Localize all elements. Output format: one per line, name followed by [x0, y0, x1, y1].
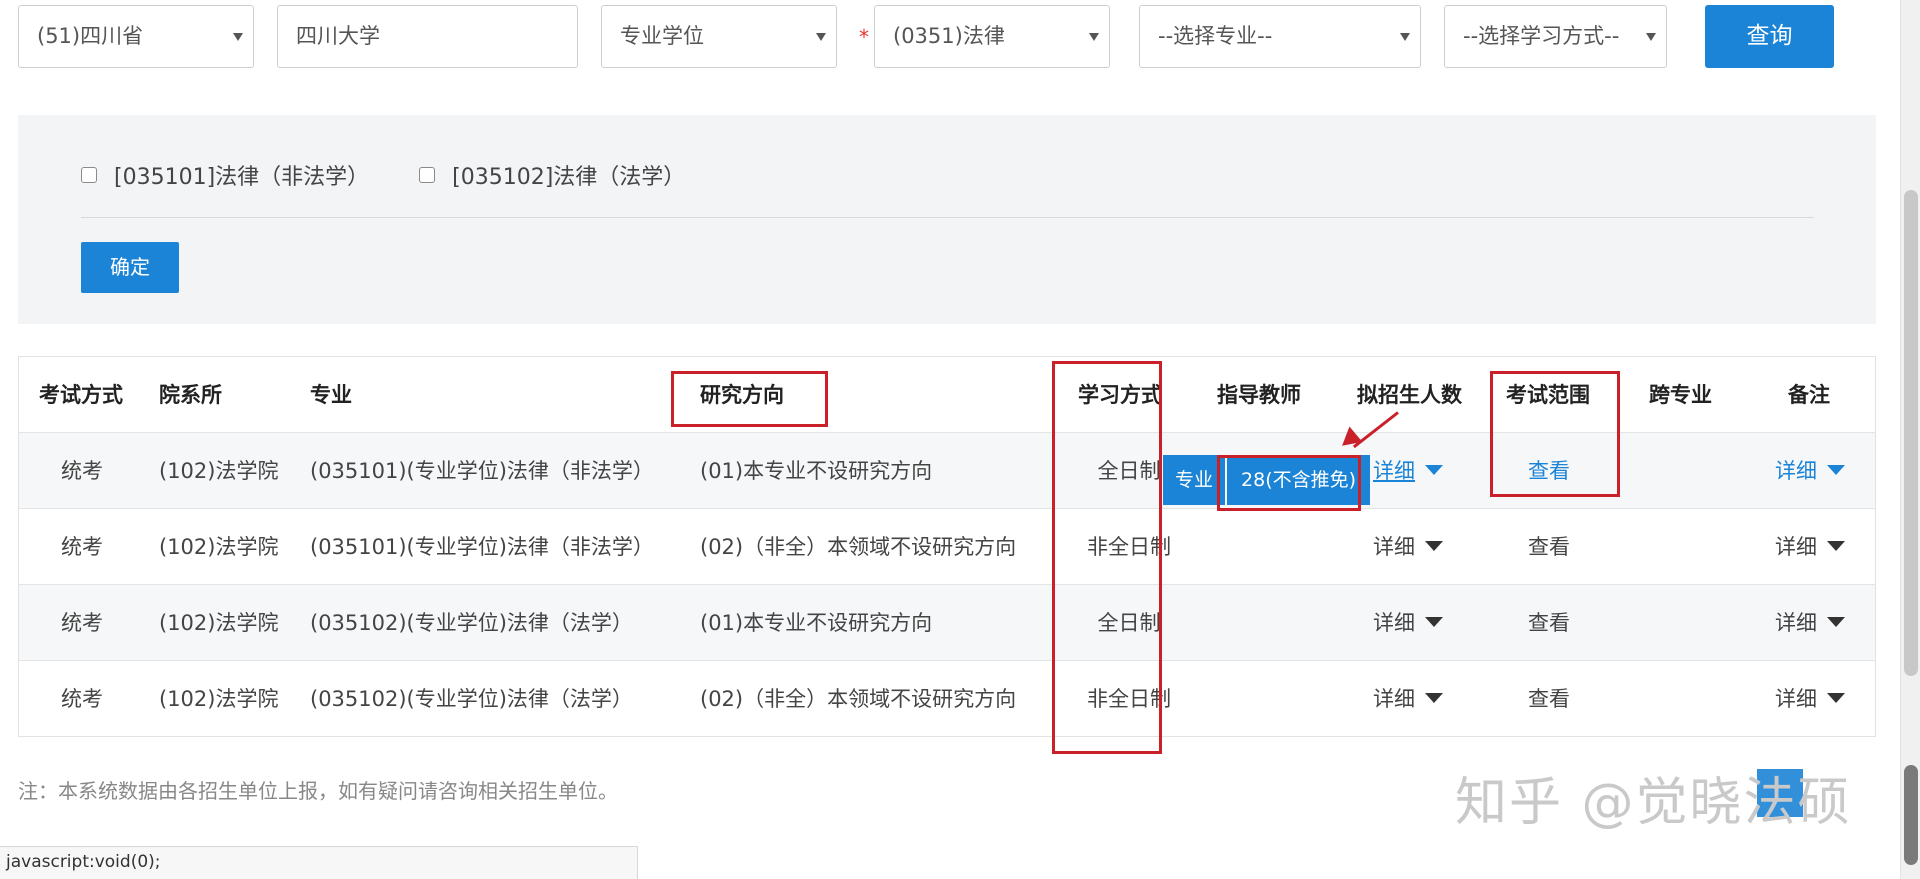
annotation-box-study-mode — [1052, 361, 1162, 754]
remarks-detail-label: 详细 — [1775, 459, 1817, 483]
header-cross-major: 跨专业 — [1649, 383, 1712, 407]
caret-down-icon — [1827, 617, 1845, 627]
caret-down-icon — [1827, 693, 1845, 703]
major-option-label: [035101]法律（非法学） — [114, 165, 370, 190]
enrollment-detail-link[interactable]: 详细 — [1373, 585, 1443, 661]
remarks-detail-label: 详细 — [1775, 687, 1817, 711]
header-advisor: 指导教师 — [1217, 383, 1301, 407]
chevron-down-icon — [1400, 33, 1410, 41]
browser-status-bar: javascript:void(0); — [0, 846, 638, 879]
cell-exam-type: 统考 — [61, 687, 103, 711]
cell-research-direction: (02)（非全）本领域不设研究方向 — [700, 687, 1017, 711]
enrollment-detail-label: 详细 — [1373, 611, 1415, 635]
major-option-label: [035102]法律（法学） — [452, 165, 686, 190]
chevron-down-icon — [1089, 33, 1099, 41]
caret-down-icon — [1425, 617, 1443, 627]
required-mark: * — [859, 25, 869, 49]
caret-down-icon — [1827, 541, 1845, 551]
enrollment-detail-label: 详细 — [1373, 459, 1415, 483]
header-department: 院系所 — [159, 383, 222, 407]
scrollbar-thumb-secondary[interactable] — [1904, 765, 1918, 865]
header-major: 专业 — [310, 383, 352, 407]
annotation-box-exam-scope — [1490, 371, 1620, 497]
degree-type-value: 专业学位 — [620, 24, 704, 48]
chevron-down-icon — [233, 33, 243, 41]
table-row: 统考 (102)法学院 (035102)(专业学位)法律（法学） (01)本专业… — [19, 585, 1875, 661]
watermark-text: 知乎 @觉晓法硕 — [1455, 773, 1852, 833]
degree-type-select[interactable]: 专业学位 — [601, 5, 837, 68]
checkbox[interactable] — [419, 167, 436, 183]
province-select[interactable]: (51)四川省 — [18, 5, 254, 68]
major-option-035102[interactable]: [035102]法律（法学） — [419, 159, 685, 191]
school-input[interactable]: 四川大学 — [277, 5, 578, 68]
study-mode-placeholder: --选择学习方式-- — [1463, 24, 1620, 48]
enrollment-detail-link[interactable]: 详细 — [1373, 661, 1443, 737]
tooltip-pointer — [1361, 468, 1369, 484]
cell-department: (102)法学院 — [159, 687, 279, 711]
study-mode-select[interactable]: --选择学习方式-- — [1444, 5, 1667, 68]
caret-down-icon — [1425, 541, 1443, 551]
exam-scope-link[interactable]: 查看 — [1506, 661, 1592, 737]
cell-major: (035101)(专业学位)法律（非法学） — [310, 535, 654, 559]
cell-major: (035102)(专业学位)法律（法学） — [310, 611, 633, 635]
major-select[interactable]: --选择专业-- — [1139, 5, 1421, 68]
major-placeholder: --选择专业-- — [1158, 24, 1273, 48]
cell-research-direction: (01)本专业不设研究方向 — [700, 611, 933, 635]
chevron-down-icon — [816, 33, 826, 41]
discipline-value: (0351)法律 — [893, 24, 1005, 48]
school-value: 四川大学 — [296, 24, 380, 48]
annotation-box-enrollment — [1217, 455, 1361, 511]
cell-exam-type: 统考 — [61, 611, 103, 635]
tooltip-label: 专业 — [1163, 455, 1226, 505]
confirm-button[interactable]: 确定 — [81, 242, 179, 293]
query-button[interactable]: 查询 — [1705, 5, 1834, 68]
remarks-detail-link[interactable]: 详细 — [1775, 433, 1845, 509]
cell-exam-type: 统考 — [61, 535, 103, 559]
major-checkbox-row: [035101]法律（非法学） [035102]法律（法学） — [81, 155, 685, 195]
divider — [81, 217, 1814, 218]
checkbox[interactable] — [81, 167, 97, 183]
table-row: 统考 (102)法学院 (035101)(专业学位)法律（非法学） (02)（非… — [19, 509, 1875, 585]
caret-down-icon — [1425, 693, 1443, 703]
remarks-detail-link[interactable]: 详细 — [1775, 661, 1845, 737]
cell-department: (102)法学院 — [159, 459, 279, 483]
enrollment-detail-link[interactable]: 详细 — [1373, 509, 1443, 585]
discipline-select[interactable]: (0351)法律 — [874, 5, 1110, 68]
header-exam-type: 考试方式 — [39, 383, 123, 407]
exam-scope-link[interactable]: 查看 — [1506, 509, 1592, 585]
caret-down-icon — [1827, 465, 1845, 475]
cell-major: (035102)(专业学位)法律（法学） — [310, 687, 633, 711]
province-value: (51)四川省 — [37, 24, 144, 48]
header-remarks: 备注 — [1788, 383, 1830, 407]
scrollbar-thumb[interactable] — [1904, 190, 1918, 676]
cell-major: (035101)(专业学位)法律（非法学） — [310, 459, 654, 483]
cell-exam-type: 统考 — [61, 459, 103, 483]
major-option-035101[interactable]: [035101]法律（非法学） — [81, 159, 369, 191]
filter-bar: (51)四川省 四川大学 专业学位 * (0351)法律 --选择专业-- --… — [0, 0, 1900, 80]
footer-note: 注：本系统数据由各招生单位上报，如有疑问请咨询相关招生单位。 — [18, 779, 618, 803]
exam-scope-link[interactable]: 查看 — [1506, 585, 1592, 661]
page-scrollbar[interactable] — [1900, 0, 1920, 879]
remarks-detail-label: 详细 — [1775, 611, 1817, 635]
enrollment-detail-link[interactable]: 详细 — [1373, 433, 1443, 509]
cell-department: (102)法学院 — [159, 535, 279, 559]
remarks-detail-link[interactable]: 详细 — [1775, 509, 1845, 585]
enrollment-detail-label: 详细 — [1373, 535, 1415, 559]
caret-down-icon — [1425, 465, 1443, 475]
cell-department: (102)法学院 — [159, 611, 279, 635]
header-planned-enrollment: 拟招生人数 — [1357, 383, 1462, 407]
major-selection-panel: [035101]法律（非法学） [035102]法律（法学） 确定 — [18, 115, 1876, 324]
cell-research-direction: (01)本专业不设研究方向 — [700, 459, 933, 483]
remarks-detail-label: 详细 — [1775, 535, 1817, 559]
cell-research-direction: (02)（非全）本领域不设研究方向 — [700, 535, 1017, 559]
remarks-detail-link[interactable]: 详细 — [1775, 585, 1845, 661]
chevron-down-icon — [1646, 33, 1656, 41]
enrollment-detail-label: 详细 — [1373, 687, 1415, 711]
annotation-box-research-direction — [671, 371, 828, 427]
table-row: 统考 (102)法学院 (035102)(专业学位)法律（法学） (02)（非全… — [19, 661, 1875, 737]
